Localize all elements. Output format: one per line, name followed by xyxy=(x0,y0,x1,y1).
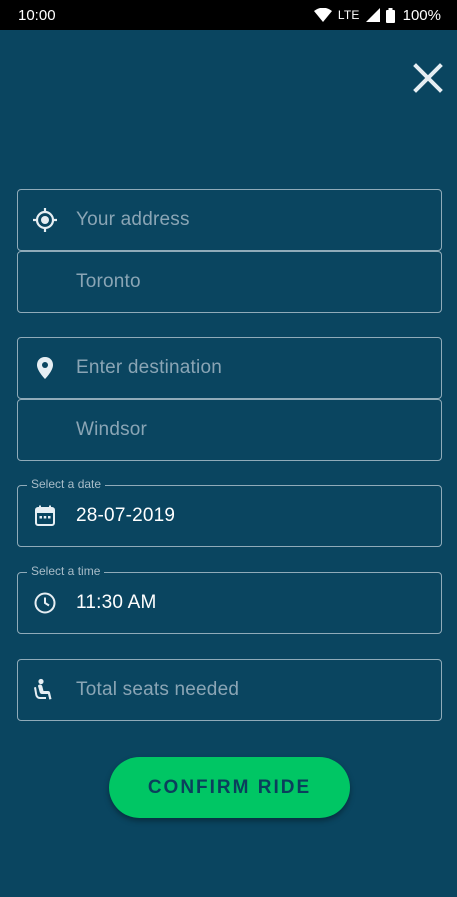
location-pin-icon xyxy=(32,355,58,381)
gps-fixed-icon xyxy=(32,207,58,233)
date-field[interactable]: Select a date 28-07-2019 xyxy=(17,477,442,547)
pickup-city-field[interactable]: Toronto xyxy=(17,251,442,313)
status-time: 10:00 xyxy=(18,6,56,24)
network-type: LTE xyxy=(337,8,360,22)
time-label: Select a time xyxy=(27,564,105,578)
date-value: 28-07-2019 xyxy=(76,505,176,526)
pickup-city-text: Toronto xyxy=(76,271,141,292)
clock-icon xyxy=(32,590,58,616)
battery-percent: 100% xyxy=(402,6,441,24)
wifi-icon xyxy=(313,8,332,22)
pickup-address-field[interactable]: Your address xyxy=(17,189,442,251)
pickup-address-placeholder: Your address xyxy=(76,209,190,230)
time-value: 11:30 AM xyxy=(76,592,157,613)
calendar-icon xyxy=(32,503,58,529)
destination-city-text: Windsor xyxy=(76,419,148,440)
seats-placeholder: Total seats needed xyxy=(76,679,240,700)
time-field[interactable]: Select a time 11:30 AM xyxy=(17,564,442,634)
status-indicators: LTE 100% xyxy=(313,6,441,24)
destination-field[interactable]: Enter destination xyxy=(17,337,442,399)
close-icon xyxy=(413,62,443,98)
date-label: Select a date xyxy=(27,477,106,491)
confirm-ride-button[interactable]: CONFIRM RIDE xyxy=(109,757,350,818)
destination-placeholder: Enter destination xyxy=(76,357,222,378)
seats-field[interactable]: Total seats needed xyxy=(17,659,442,721)
destination-city-field[interactable]: Windsor xyxy=(17,399,442,461)
status-bar: 10:00 LTE 100% xyxy=(0,0,457,30)
close-button[interactable] xyxy=(410,62,446,98)
signal-icon xyxy=(365,8,380,22)
battery-icon xyxy=(385,7,395,23)
seat-icon xyxy=(32,677,58,703)
